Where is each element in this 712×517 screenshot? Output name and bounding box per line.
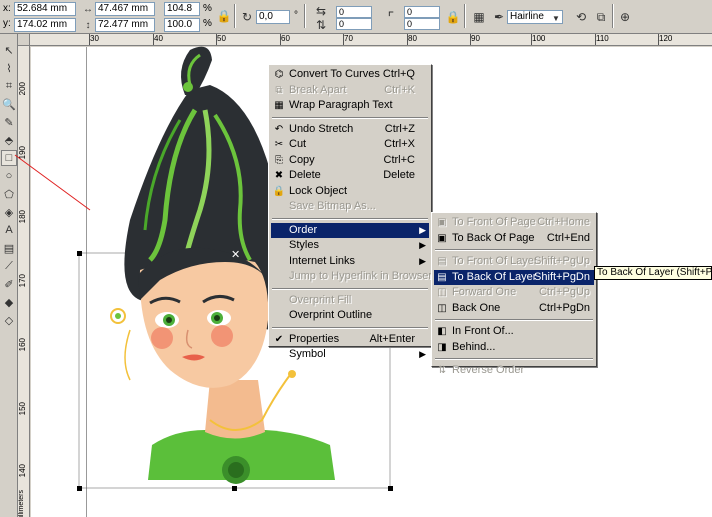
behind-icon: ◨ — [437, 341, 447, 353]
submenu-arrow-icon: ▶ — [419, 240, 426, 250]
menu-item-lock-object[interactable]: 🔒 Lock Object — [271, 184, 429, 200]
menu-separator — [271, 215, 429, 223]
sparkle-icon: ✕ — [231, 248, 240, 261]
selection-handle[interactable] — [77, 251, 82, 256]
pupil-left — [166, 317, 172, 323]
selection-handle[interactable] — [388, 486, 393, 491]
annotation-line — [14, 154, 91, 211]
order-submenu: ▣ To Front Of Page Ctrl+Home ▣ To Back Of P… — [431, 212, 597, 376]
to-front-of-layer-icon: ▤ — [437, 256, 447, 267]
context-menu: ⌬ Convert To Curves Ctrl+Q ⧉ Break Apart Ctr… — [268, 64, 432, 360]
ruler-corner[interactable] — [18, 34, 30, 46]
menu-item-reverse-order[interactable]: ⇅ Reverse Order — [434, 363, 594, 379]
menu-item-delete[interactable]: ✖ Delete Delete — [271, 168, 429, 184]
menu-item-back-one[interactable]: ◫ Back One Ctrl+PgDn — [434, 301, 594, 317]
selection-handle[interactable] — [232, 486, 237, 491]
lock-icon: 🔒 — [272, 185, 286, 197]
menu-item-wrap-paragraph-text[interactable]: ▦ Wrap Paragraph Text — [271, 98, 429, 114]
delete-icon: ✖ — [274, 170, 284, 181]
menu-separator — [434, 316, 594, 324]
menu-item-overprint-fill[interactable]: Overprint Fill — [271, 293, 429, 309]
menu-separator — [271, 285, 429, 293]
hair-tie — [183, 82, 193, 92]
menu-separator — [271, 324, 429, 332]
forward-one-icon: ◫ — [437, 287, 447, 298]
earring-chain — [124, 329, 131, 381]
menu-item-cut[interactable]: ✂ Cut Ctrl+X — [271, 137, 429, 153]
submenu-arrow-icon: ▶ — [419, 224, 426, 235]
menu-separator — [434, 355, 594, 363]
back-one-icon: ◫ — [437, 302, 447, 314]
menu-item-to-back-of-page[interactable]: ▣ To Back Of Page Ctrl+End — [434, 231, 594, 247]
convert-curves-icon: ⌬ — [274, 69, 284, 80]
menu-item-copy[interactable]: ⎘ Copy Ctrl+C — [271, 153, 429, 169]
reverse-order-icon: ⇅ — [437, 365, 447, 376]
break-apart-icon: ⧉ — [275, 84, 283, 96]
menu-item-properties[interactable]: ✔ Properties Alt+Enter — [271, 332, 429, 348]
menu-item-in-front-of[interactable]: ◧ In Front Of... — [434, 324, 594, 340]
necklace-pendant — [288, 370, 296, 378]
menu-item-jump-to-hyperlink[interactable]: Jump to Hyperlink in Browser — [271, 269, 432, 285]
menu-separator — [434, 246, 594, 254]
menu-item-order[interactable]: Order ▶ — [271, 222, 429, 238]
cheek-right — [211, 325, 233, 347]
tooltip: To Back Of Layer (Shift+PgDn) — [594, 266, 712, 280]
copy-icon: ⎘ — [275, 154, 283, 166]
menu-item-to-front-of-page[interactable]: ▣ To Front Of Page Ctrl+Home — [434, 215, 594, 231]
in-front-of-icon: ◧ — [437, 326, 447, 337]
selection-handle[interactable] — [77, 486, 82, 491]
submenu-arrow-icon: ▶ — [419, 349, 426, 359]
menu-item-overprint-outline[interactable]: Overprint Outline — [271, 308, 429, 324]
menu-item-symbol[interactable]: Symbol ▶ — [271, 347, 429, 363]
menu-item-undo-stretch[interactable]: ↶ Undo Stretch Ctrl+Z — [271, 122, 429, 138]
submenu-arrow-icon: ▶ — [419, 255, 426, 266]
menu-item-to-back-of-layer[interactable]: ▤ To Back Of Layer Shift+PgDn — [434, 269, 594, 285]
menu-item-behind[interactable]: ◨ Behind... — [434, 340, 594, 356]
menu-item-forward-one[interactable]: ◫ Forward One Ctrl+PgUp — [434, 285, 594, 301]
menu-item-break-apart[interactable]: ⧉ Break Apart Ctrl+K — [271, 83, 429, 99]
undo-icon: ↶ — [274, 123, 284, 135]
cut-icon: ✂ — [274, 139, 284, 150]
earring-gem — [115, 313, 121, 319]
shirt-emblem-inner — [228, 462, 244, 478]
menu-item-save-bitmap-as[interactable]: Save Bitmap As... — [271, 199, 429, 215]
pupil-right — [214, 315, 220, 321]
menu-separator — [271, 114, 429, 122]
menu-item-to-front-of-layer[interactable]: ▤ To Front Of Layer Shift+PgUp — [434, 254, 594, 270]
menu-item-styles[interactable]: Styles ▶ — [271, 238, 429, 254]
menu-item-convert-to-curves[interactable]: ⌬ Convert To Curves Ctrl+Q — [271, 67, 429, 83]
wrap-text-icon: ▦ — [274, 100, 284, 111]
menu-item-internet-links[interactable]: Internet Links ▶ — [271, 254, 429, 270]
to-back-of-page-icon: ▣ — [437, 232, 447, 244]
check-icon: ✔ — [274, 333, 284, 345]
cheek-left — [151, 327, 173, 349]
to-back-of-layer-icon: ▤ — [437, 271, 447, 283]
to-front-of-page-icon: ▣ — [437, 217, 447, 228]
